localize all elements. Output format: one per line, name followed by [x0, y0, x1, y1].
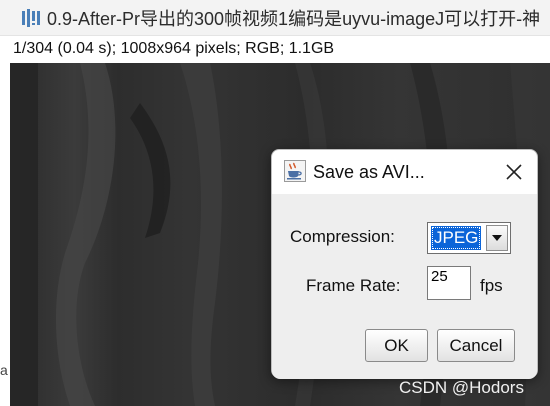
window-title: 0.9-After-Pr导出的300帧视频1编码是uyvu-imageJ可以打开… [47, 8, 541, 29]
close-x-icon [506, 164, 522, 180]
image-info-status: 1/304 (0.04 s); 1008x964 pixels; RGB; 1.… [13, 40, 335, 57]
dialog-titlebar[interactable]: Save as AVI... [272, 150, 537, 194]
frame-rate-label: Frame Rate: [306, 276, 401, 295]
compression-selected-value: JPEG [431, 226, 482, 250]
partial-edge-text: a [0, 362, 8, 378]
save-as-avi-dialog: Save as AVI... Compression: JPEG Frame R… [271, 149, 538, 379]
ok-button[interactable]: OK [365, 329, 428, 362]
imagej-icon [20, 7, 42, 29]
compression-label: Compression: [290, 227, 395, 246]
close-button[interactable] [499, 157, 529, 187]
window-titlebar[interactable]: 0.9-After-Pr导出的300帧视频1编码是uyvu-imageJ可以打开… [0, 0, 550, 36]
fps-unit-label: fps [480, 276, 503, 295]
java-coffee-cup-icon [284, 160, 306, 182]
compression-select[interactable]: JPEG [427, 222, 511, 254]
frame-rate-input[interactable] [427, 266, 471, 300]
watermark: CSDN @Hodors [399, 378, 524, 397]
cancel-button[interactable]: Cancel [437, 329, 515, 362]
dropdown-arrow-button[interactable] [486, 225, 508, 251]
chevron-down-icon [492, 235, 502, 241]
dialog-title: Save as AVI... [313, 162, 425, 182]
